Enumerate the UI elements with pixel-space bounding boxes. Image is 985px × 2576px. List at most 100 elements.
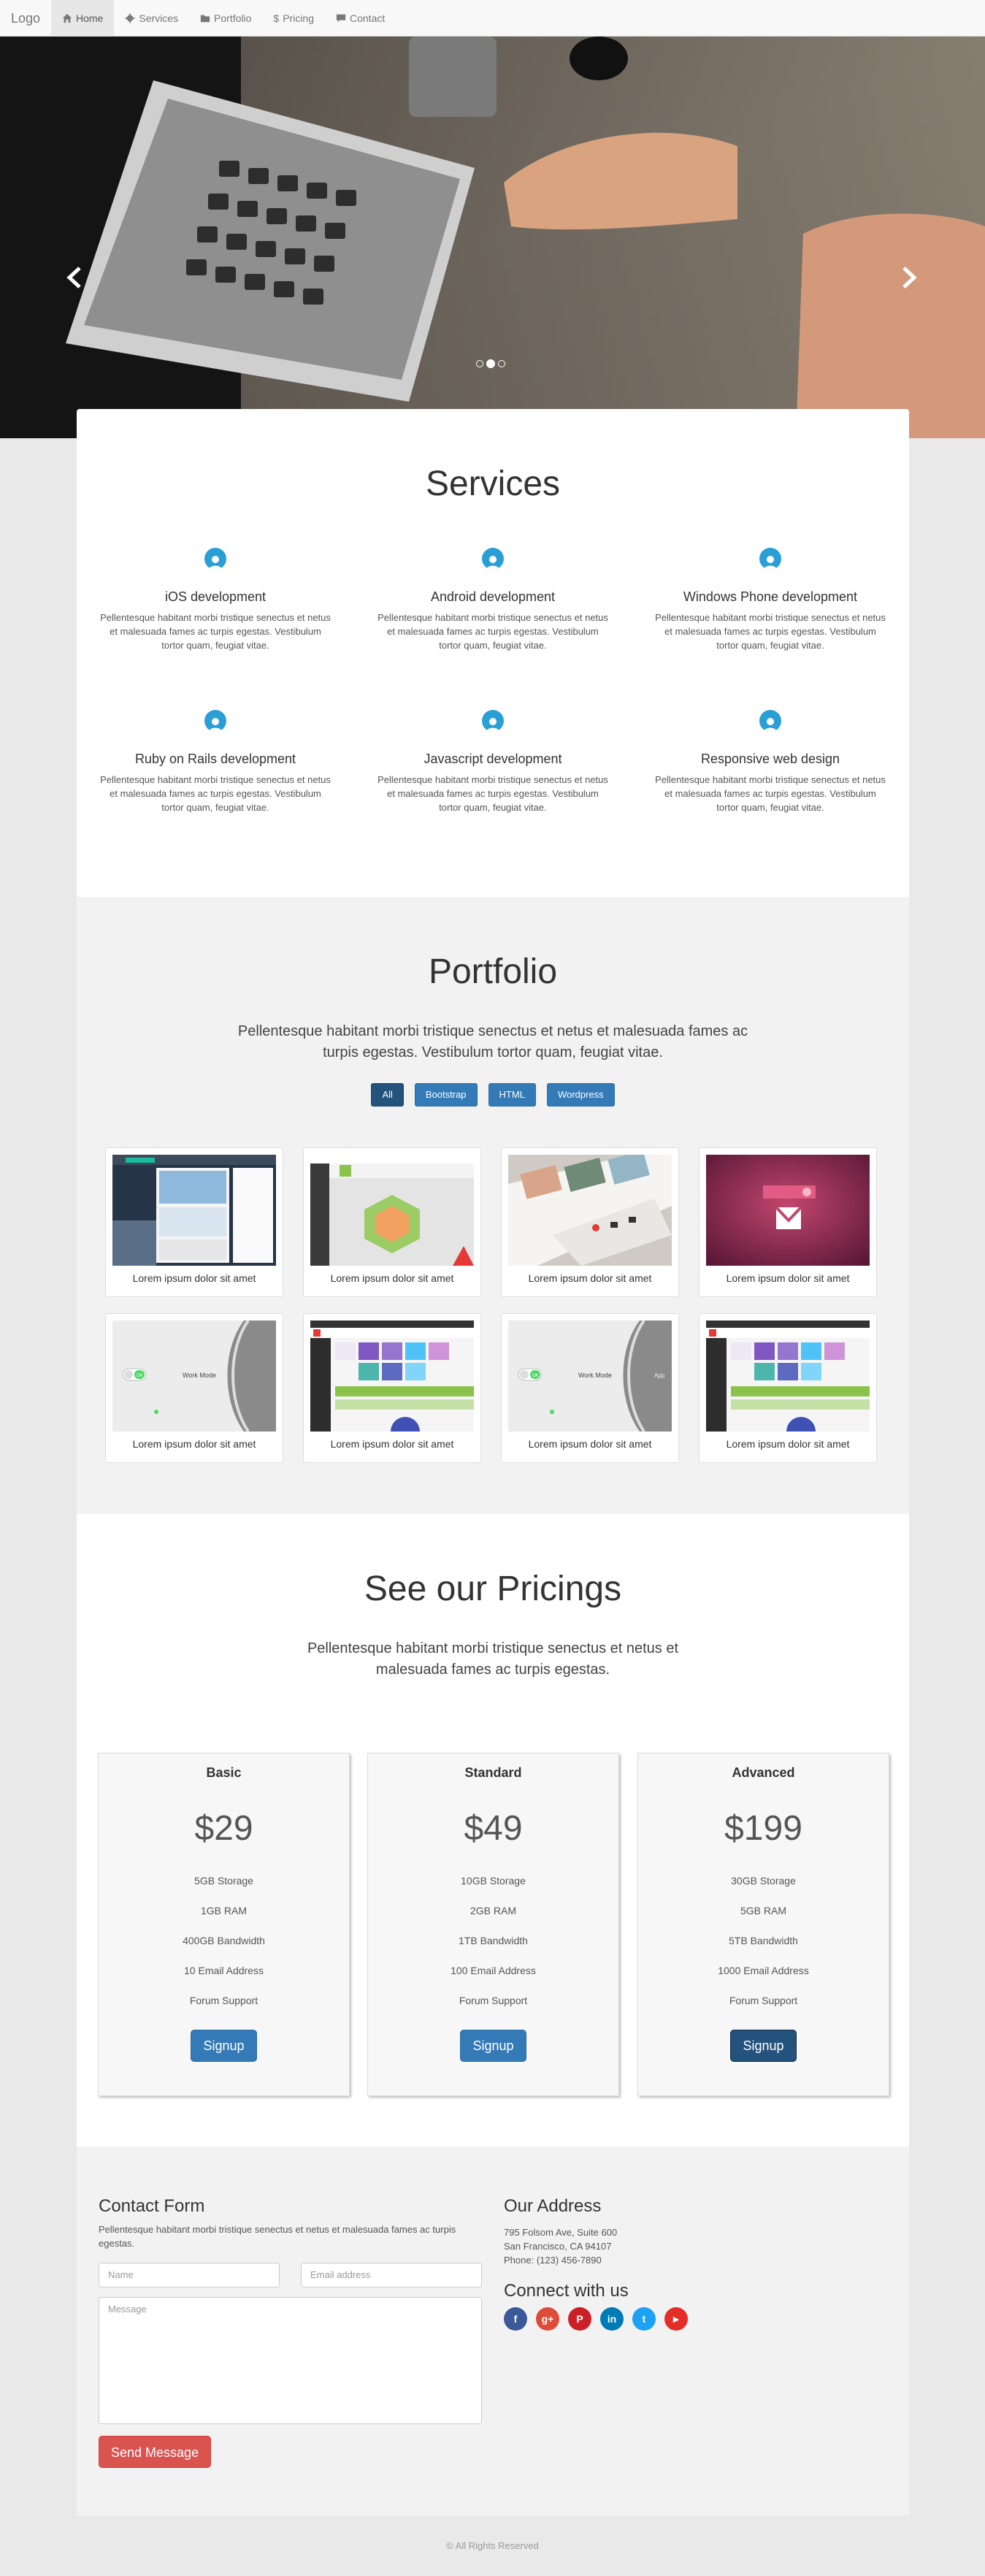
message-textarea[interactable]: Message: [99, 2297, 482, 2424]
service-item: Javascript development Pellentesque habi…: [354, 710, 632, 814]
portfolio-caption: Lorem ipsum dolor sit amet: [726, 1438, 850, 1450]
folder-icon: [200, 15, 210, 23]
service-title: iOS development: [164, 589, 267, 604]
connect-title: Connect with us: [504, 2281, 629, 2301]
work-mode-label: Work Mode: [183, 1372, 216, 1379]
chevron-right-icon: [902, 267, 917, 288]
portfolio-item[interactable]: Lorem ipsum dolor sit amet: [303, 1313, 481, 1463]
address-line: San Francisco, CA 94107: [504, 2241, 612, 2252]
social-links: f g+ P in t ▶: [504, 2307, 688, 2331]
carousel-next-button[interactable]: [894, 256, 924, 299]
service-title: Android development: [430, 589, 556, 604]
plan-feature: Forum Support: [729, 1995, 798, 2006]
contact-text: Pellentesque habitant morbi tristique se…: [99, 2224, 456, 2249]
filter-all-button[interactable]: All: [371, 1083, 404, 1107]
service-item: iOS development Pellentesque habitant mo…: [77, 548, 354, 652]
service-text: Pellentesque habitant morbi tristique se…: [100, 612, 331, 651]
twitter-icon[interactable]: t: [632, 2307, 656, 2331]
plan-features: 30GB Storage 5GB RAM 5TB Bandwidth 1000 …: [638, 1866, 889, 2016]
user-icon: [759, 548, 781, 570]
ok-toggle-label: OK: [532, 1374, 539, 1378]
nav-item-contact[interactable]: Contact: [325, 0, 396, 37]
email-input[interactable]: Email address: [301, 2263, 482, 2288]
logo[interactable]: Logo: [11, 0, 40, 37]
send-message-button[interactable]: Send Message: [99, 2436, 212, 2468]
facebook-icon[interactable]: f: [504, 2307, 527, 2331]
filter-html-button[interactable]: HTML: [488, 1083, 536, 1107]
filter-wordpress-button[interactable]: Wordpress: [546, 1083, 615, 1107]
nav-item-portfolio[interactable]: Portfolio: [189, 0, 262, 37]
portfolio-item[interactable]: Lorem ipsum dolor sit amet: [105, 1147, 283, 1297]
plan-price: $199: [724, 1809, 802, 1848]
portfolio-caption: Lorem ipsum dolor sit amet: [726, 1272, 850, 1284]
service-item: Responsive web design Pellentesque habit…: [632, 710, 909, 814]
service-text: Pellentesque habitant morbi tristique se…: [377, 774, 608, 813]
portfolio-image: [112, 1155, 276, 1266]
plan-feature: Forum Support: [189, 1995, 258, 2006]
plan-feature: 10 Email Address: [184, 1965, 264, 1976]
gear-icon: [125, 13, 135, 23]
portfolio-section: Portfolio Pellentesque habitant morbi tr…: [77, 897, 909, 1514]
services-title: Services: [425, 465, 561, 503]
plan-feature: 2GB RAM: [469, 1905, 516, 1916]
plan-features: 10GB Storage 2GB RAM 1TB Bandwidth 100 E…: [368, 1866, 618, 2016]
portfolio-item[interactable]: OK Work Mode Lorem ipsum dolor sit amet: [105, 1313, 283, 1463]
plan-feature: 30GB Storage: [731, 1875, 796, 1887]
signup-button[interactable]: Signup: [730, 2030, 797, 2062]
pricing-title: See our Pricings: [364, 1570, 622, 1608]
service-text: Pellentesque habitant morbi tristique se…: [655, 612, 886, 651]
service-text: Pellentesque habitant morbi tristique se…: [100, 774, 331, 813]
portfolio-filters: All Bootstrap HTML Wordpress: [77, 1083, 909, 1107]
user-icon: [482, 548, 504, 570]
carousel-prev-button[interactable]: [60, 256, 89, 299]
service-item: Windows Phone development Pellentesque h…: [632, 548, 909, 652]
signup-button[interactable]: Signup: [191, 2030, 257, 2062]
portfolio-item[interactable]: Lorem ipsum dolor sit amet: [699, 1313, 877, 1463]
service-text: Pellentesque habitant morbi tristique se…: [655, 774, 886, 813]
pricing-card-basic: Basic $29 5GB Storage 1GB RAM 400GB Band…: [98, 1753, 350, 2096]
plan-feature: 5GB RAM: [740, 1905, 786, 1916]
plan-price: $49: [464, 1809, 523, 1848]
google-plus-icon[interactable]: g+: [536, 2307, 559, 2331]
navbar: Logo Home Services Portfolio $ Pricing C…: [0, 0, 985, 37]
pricing-lead: Pellentesque habitant morbi tristique se…: [307, 1640, 679, 1678]
name-input[interactable]: Name: [99, 2263, 280, 2288]
portfolio-caption: Lorem ipsum dolor sit amet: [330, 1272, 454, 1284]
signup-button[interactable]: Signup: [460, 2030, 526, 2062]
contact-section: Contact Form Pellentesque habitant morbi…: [77, 2147, 909, 2515]
carousel-indicators: [476, 359, 505, 368]
nav-item-pricing[interactable]: $ Pricing: [262, 0, 325, 37]
carousel-indicator[interactable]: [476, 360, 483, 367]
service-text: Pellentesque habitant morbi tristique se…: [377, 612, 608, 651]
address-line: 795 Folsom Ave, Suite 600: [504, 2227, 618, 2238]
portfolio-image: [706, 1155, 870, 1266]
portfolio-caption: Lorem ipsum dolor sit amet: [132, 1272, 256, 1284]
carousel-indicator-active[interactable]: [486, 359, 495, 368]
portfolio-image: [310, 1155, 474, 1266]
carousel-indicator[interactable]: [498, 360, 505, 367]
portfolio-lead: Pellentesque habitant morbi tristique se…: [237, 1023, 748, 1060]
user-icon: [204, 710, 226, 732]
pinterest-icon[interactable]: P: [568, 2307, 591, 2331]
portfolio-image: [706, 1321, 870, 1432]
nav-item-services[interactable]: Services: [114, 0, 189, 37]
portfolio-caption: Lorem ipsum dolor sit amet: [528, 1272, 652, 1284]
plan-feature: 1000 Email Address: [718, 1965, 809, 1976]
portfolio-item[interactable]: OK Work Mode App Lorem ipsum dolor sit ame…: [501, 1313, 679, 1463]
nav-item-home[interactable]: Home: [51, 0, 115, 37]
chevron-left-icon: [66, 267, 81, 288]
plan-feature: 100 Email Address: [451, 1965, 536, 1976]
service-title: Windows Phone development: [683, 589, 858, 604]
service-item: Ruby on Rails development Pellentesque h…: [77, 710, 354, 814]
service-title: Javascript development: [423, 752, 562, 766]
filter-bootstrap-button[interactable]: Bootstrap: [414, 1083, 478, 1107]
youtube-icon[interactable]: ▶: [664, 2307, 688, 2331]
portfolio-image: OK Work Mode: [112, 1321, 276, 1432]
portfolio-item[interactable]: Lorem ipsum dolor sit amet: [501, 1147, 679, 1297]
linkedin-icon[interactable]: in: [600, 2307, 624, 2331]
plan-feature: 1TB Bandwidth: [459, 1935, 528, 1946]
portfolio-item[interactable]: Lorem ipsum dolor sit amet: [303, 1147, 481, 1297]
dollar-icon: $: [273, 12, 280, 24]
portfolio-item[interactable]: Lorem ipsum dolor sit amet: [699, 1147, 877, 1297]
user-icon: [759, 710, 781, 732]
